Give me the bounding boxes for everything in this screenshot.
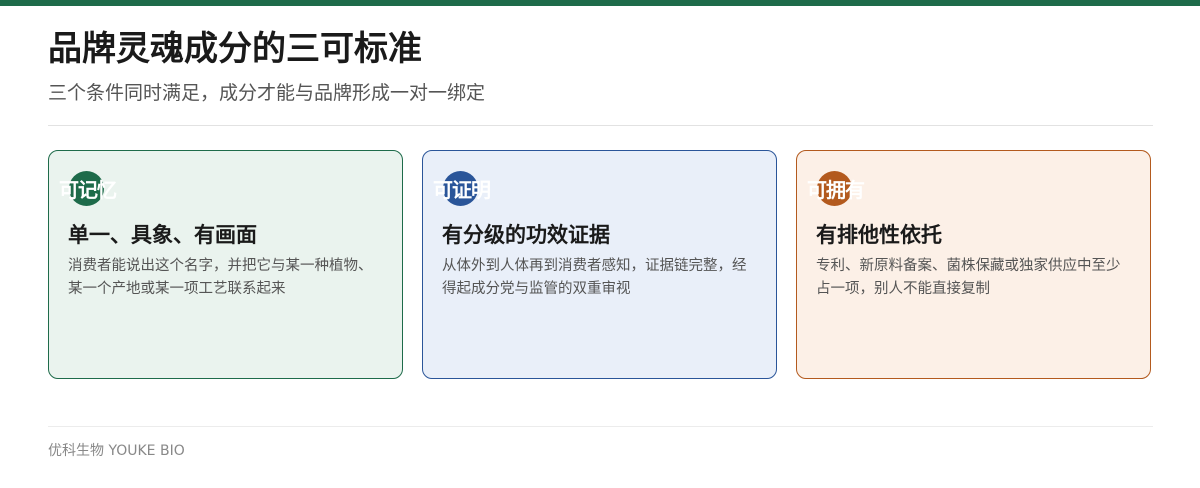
card-memorable: 可记忆 单一、具象、有画面 消费者能说出这个名字，并把它与某一种植物、某一个产地…	[48, 150, 403, 379]
card-description: 从体外到人体再到消费者感知，证据链完整，经得起成分党与监管的双重审视	[442, 258, 747, 297]
top-accent-bar	[0, 0, 1200, 6]
card-provable: 可证明 有分级的功效证据 从体外到人体再到消费者感知，证据链完整，经得起成分党与…	[422, 150, 777, 379]
card-badge-label: 可拥有	[807, 178, 865, 202]
card-ownable: 可拥有 有排他性依托 专利、新原料备案、菌株保藏或独家供应中至少占一项，别人不能…	[796, 150, 1151, 379]
card-description: 专利、新原料备案、菌株保藏或独家供应中至少占一项，别人不能直接复制	[816, 258, 1121, 297]
card-description: 消费者能说出这个名字，并把它与某一种植物、某一个产地或某一项工艺联系起来	[68, 258, 373, 297]
footer-brand: 优科生物 YOUKE BIO	[48, 443, 185, 459]
page-subtitle: 三个条件同时满足，成分才能与品牌形成一对一绑定	[48, 82, 486, 104]
card-badge-label: 可记忆	[59, 178, 117, 202]
footer-divider	[48, 426, 1153, 427]
header-divider	[48, 125, 1153, 126]
card-title: 有分级的功效证据	[442, 223, 610, 247]
page-title: 品牌灵魂成分的三可标准	[48, 29, 422, 69]
card-title: 单一、具象、有画面	[68, 223, 257, 247]
card-badge-label: 可证明	[433, 178, 491, 202]
card-title: 有排他性依托	[816, 223, 942, 247]
